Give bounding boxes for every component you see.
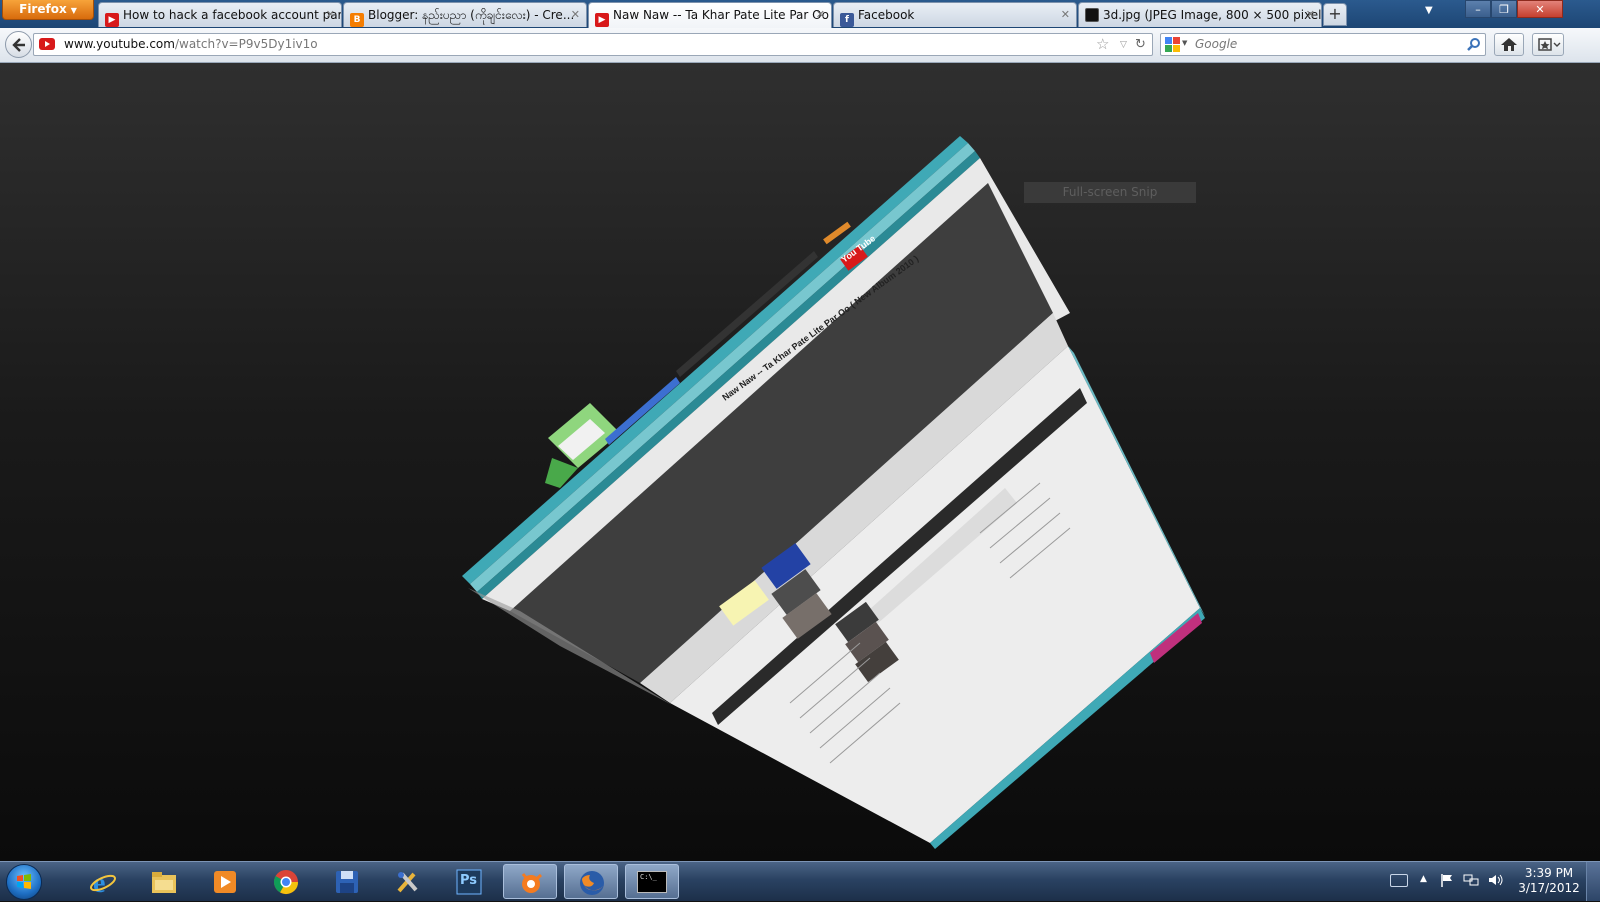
- taskbar-file-explorer[interactable]: [137, 864, 191, 899]
- tab-hack-facebook[interactable]: ▶ How to hack a facebook account part... …: [98, 2, 342, 27]
- back-button[interactable]: [5, 31, 32, 58]
- new-tab-button[interactable]: +: [1323, 3, 1347, 26]
- folder-icon: [152, 872, 176, 893]
- search-input[interactable]: Google: [1195, 34, 1237, 55]
- system-clock[interactable]: 3:39 PM 3/17/2012: [1513, 866, 1585, 896]
- photoshop-label: Ps: [460, 873, 478, 888]
- bookmarks-button[interactable]: [1532, 33, 1564, 56]
- tab-3d-jpg[interactable]: 3d.jpg (JPEG Image, 800 × 500 pixels) ✕: [1078, 2, 1322, 27]
- chevron-down-icon[interactable]: ▼: [1182, 39, 1187, 47]
- taskbar-firefox[interactable]: [564, 864, 618, 899]
- tab-facebook[interactable]: f Facebook ✕: [833, 2, 1077, 27]
- media-player-icon: [214, 871, 236, 893]
- url-path: /watch?v=P9v5Dy1iv1o: [174, 37, 318, 51]
- taskbar-avast[interactable]: [503, 864, 557, 899]
- taskbar-paint-tool[interactable]: [381, 864, 435, 899]
- avast-icon: [521, 873, 543, 893]
- close-icon[interactable]: ✕: [1306, 3, 1315, 27]
- home-button[interactable]: [1494, 33, 1524, 56]
- home-icon: [1501, 38, 1517, 51]
- taskbar-photoshop[interactable]: Ps: [442, 864, 496, 899]
- windows-logo-icon: [17, 874, 31, 889]
- tab-label: Naw Naw -- Ta Khar Pate Lite Par Oo ...: [613, 8, 832, 22]
- tools-icon: [397, 872, 418, 893]
- tab-list-icon[interactable]: ▼: [1425, 5, 1433, 16]
- show-desktop-button[interactable]: [1586, 862, 1600, 901]
- firefox-menu-label: Firefox: [19, 2, 67, 16]
- close-icon[interactable]: ✕: [571, 3, 580, 27]
- floppy-disk-icon: [336, 871, 358, 893]
- network-icon[interactable]: [1463, 873, 1479, 887]
- chevron-down-icon: ▼: [70, 6, 77, 15]
- search-icon[interactable]: [1466, 37, 1481, 52]
- search-bar[interactable]: ▼ Google: [1160, 33, 1486, 56]
- maximize-button[interactable]: ❐: [1491, 0, 1517, 18]
- start-button[interactable]: [6, 864, 42, 900]
- taskbar-save-tool[interactable]: [320, 864, 374, 899]
- blogger-icon: B: [350, 13, 364, 27]
- taskbar: e Ps C:\_ ▲ 3:39 PM 3/17/2012: [0, 861, 1600, 901]
- close-window-button[interactable]: ✕: [1517, 0, 1563, 18]
- show-hidden-icons-icon[interactable]: ▲: [1420, 874, 1427, 884]
- bookmarks-icon: [1538, 38, 1561, 51]
- url-text[interactable]: www.youtube.com/watch?v=P9v5Dy1iv1o: [64, 34, 318, 55]
- history-dropdown-icon[interactable]: ▽: [1120, 34, 1127, 56]
- full-screen-snip-label: Full-screen Snip: [1024, 182, 1196, 203]
- internet-explorer-icon: e: [90, 868, 116, 896]
- back-arrow-icon: [12, 38, 25, 52]
- action-center-flag-icon[interactable]: [1440, 873, 1454, 887]
- volume-icon[interactable]: [1488, 873, 1504, 887]
- navigation-toolbar: www.youtube.com/watch?v=P9v5Dy1iv1o ☆ ▽ …: [0, 28, 1600, 63]
- url-domain: www.youtube.com: [64, 37, 175, 51]
- chrome-icon: [273, 870, 298, 895]
- close-icon[interactable]: ✕: [326, 3, 335, 27]
- tab-label: Blogger: နည်းပညာ (ကိုချင်းလေး) - Cre...: [368, 8, 575, 22]
- taskbar-command-prompt[interactable]: C:\_: [625, 864, 679, 899]
- youtube-icon: [39, 38, 55, 50]
- tilted-3d-page: Naw Naw -- Ta Khar Pate Lite Par Oo ( Ne…: [462, 136, 1205, 849]
- facebook-icon: f: [840, 13, 854, 27]
- title-bar: Firefox ▼ ▶ How to hack a facebook account…: [0, 0, 1600, 28]
- command-prompt-label: C:\_: [640, 873, 657, 881]
- clock-date: 3/17/2012: [1518, 881, 1580, 895]
- taskbar-internet-explorer[interactable]: e: [76, 864, 130, 899]
- taskbar-media-player[interactable]: [198, 864, 252, 899]
- close-icon[interactable]: ✕: [1061, 3, 1070, 27]
- reload-icon[interactable]: ↻: [1135, 34, 1146, 55]
- keyboard-icon[interactable]: [1390, 874, 1408, 887]
- image-icon: [1085, 8, 1099, 22]
- url-bar[interactable]: www.youtube.com/watch?v=P9v5Dy1iv1o ☆ ▽ …: [33, 33, 1153, 56]
- youtube-icon: ▶: [595, 13, 609, 27]
- youtube-icon: ▶: [105, 13, 119, 27]
- tab-label: 3d.jpg (JPEG Image, 800 × 500 pixels): [1103, 8, 1322, 22]
- firefox-menu-button[interactable]: Firefox ▼: [2, 0, 94, 20]
- tab-naw-naw[interactable]: ▶ Naw Naw -- Ta Khar Pate Lite Par Oo ...…: [588, 2, 832, 28]
- page-content: Naw Naw -- Ta Khar Pate Lite Par Oo ( Ne…: [0, 63, 1600, 861]
- tab-label: How to hack a facebook account part...: [123, 8, 342, 22]
- close-icon[interactable]: ✕: [816, 3, 825, 27]
- bookmark-star-icon[interactable]: ☆: [1096, 34, 1109, 55]
- firefox-icon: [580, 871, 604, 895]
- taskbar-chrome[interactable]: [259, 864, 313, 899]
- google-icon: [1165, 37, 1180, 52]
- clock-time: 3:39 PM: [1524, 866, 1574, 880]
- tab-blogger[interactable]: B Blogger: နည်းပညာ (ကိုချင်းလေး) - Cre...…: [343, 2, 587, 27]
- minimize-button[interactable]: –: [1465, 0, 1491, 18]
- tab-label: Facebook: [858, 8, 915, 22]
